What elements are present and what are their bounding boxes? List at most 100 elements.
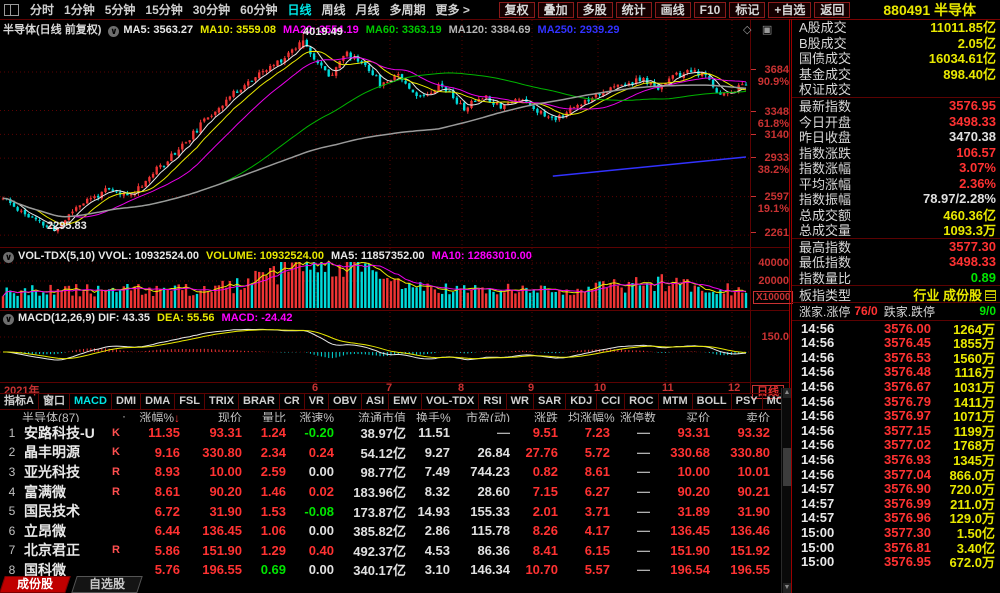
indicator-tab-ROC[interactable]: ROC (625, 394, 658, 409)
table-row[interactable]: 7北京君正R5.86151.901.290.40492.37亿4.5386.36… (0, 541, 780, 561)
indicator-tab-OBV[interactable]: OBV (329, 394, 362, 409)
indicator-tab-VR[interactable]: VR (305, 394, 329, 409)
indicator-tab-MTM[interactable]: MTM (659, 394, 693, 409)
indicator-tab-VOL-TDX[interactable]: VOL-TDX (422, 394, 479, 409)
cell-ltsz: 38.97亿 (344, 423, 416, 442)
cell-buy: 31.89 (660, 504, 720, 519)
cell-sell: 136.46 (720, 523, 780, 538)
bottom-tab-自选股[interactable]: 自选股 (71, 576, 143, 593)
indicator-tab-EMV[interactable]: EMV (389, 394, 422, 409)
cell-buy: 196.54 (660, 562, 720, 577)
indicator-tab-BRAR[interactable]: BRAR (239, 394, 280, 409)
column-header[interactable]: 换手% (416, 409, 460, 422)
stock-flag: K (112, 427, 136, 439)
cell-zd: 8.41 (520, 543, 568, 558)
column-header[interactable]: 均涨幅% (568, 409, 620, 422)
scroll-up-icon[interactable]: ▲ (783, 388, 791, 398)
tick-time: 14:56 (801, 394, 847, 409)
cell-ztn: — (620, 523, 660, 538)
table-row[interactable]: 5国民技术6.7231.901.53-0.08173.87亿14.93155.3… (0, 501, 780, 521)
stock-flag: K (112, 446, 136, 458)
indicator-tab-WR[interactable]: WR (507, 394, 534, 409)
volume-label-row: ∨VOL-TDX(5,10) VVOL: 10932524.00VOLUME: … (3, 250, 783, 263)
tick-price: 3576.53 (847, 350, 931, 365)
column-header[interactable]: 涨停数 (620, 409, 660, 422)
column-header[interactable]: 涨幅%↓ (136, 409, 190, 422)
column-header[interactable]: 量比 (252, 409, 296, 422)
indicator-tab-CCI[interactable]: CCI (597, 394, 625, 409)
tick-price: 3577.15 (847, 423, 931, 438)
macd-axis-label: 150.0 (761, 331, 789, 343)
column-header[interactable]: 买价 (660, 409, 720, 422)
panel-toggle-icon[interactable]: ▣ (762, 24, 772, 36)
indicator-tab-MACD[interactable]: MACD (70, 394, 112, 409)
stat-row: 权证成交 (792, 81, 1000, 97)
tick-time: 15:00 (801, 540, 847, 555)
tick-price: 3576.79 (847, 394, 931, 409)
column-header[interactable]: · (112, 409, 136, 422)
stat-value: 898.40亿 (943, 64, 996, 83)
indicator-tab-窗口[interactable]: 窗口 (39, 394, 70, 409)
cell-zs: -0.20 (296, 425, 344, 440)
tick-time: 15:00 (801, 525, 847, 540)
row-number: 5 (0, 504, 24, 518)
tick-price: 3576.96 (847, 510, 931, 525)
indicator-tab-CR[interactable]: CR (280, 394, 305, 409)
indicator-tab-KDJ[interactable]: KDJ (566, 394, 597, 409)
cell-lb: 2.34 (252, 445, 296, 460)
indicator-tab-BOLL[interactable]: BOLL (693, 394, 732, 409)
macd-collapse-icon[interactable]: ∨ (3, 314, 14, 325)
table-row[interactable]: 2晶丰明源K9.16330.802.340.2454.12亿9.2726.842… (0, 443, 780, 463)
indicator-tab-RSI[interactable]: RSI (479, 394, 506, 409)
indicator-tab-DMA[interactable]: DMA (141, 394, 175, 409)
board-grid-icon[interactable] (985, 290, 996, 301)
cell-pe: 86.36 (460, 543, 520, 558)
stock-name: 富满微 (24, 482, 112, 502)
cell-hs: 8.32 (416, 484, 460, 499)
axis-tick (751, 157, 756, 158)
column-header[interactable]: 涨跌 (520, 409, 568, 422)
column-header[interactable]: 半导体(87) (0, 409, 112, 422)
tick-row: 15:003576.95672.0万 (792, 554, 1000, 569)
indicator-tab-PSY[interactable]: PSY (732, 394, 763, 409)
table-row[interactable]: 4富满微R8.6190.201.460.02183.96亿8.3228.607.… (0, 482, 780, 502)
collapse-icon[interactable]: ∨ (108, 26, 119, 37)
cell-zd: 7.15 (520, 484, 568, 499)
sort-arrow-icon: ↓ (174, 411, 180, 422)
cell-ztn: — (620, 425, 660, 440)
indicator-tab-DMI[interactable]: DMI (112, 394, 141, 409)
column-header[interactable]: 涨速% (296, 409, 344, 422)
indicator-tab-指标A[interactable]: 指标A (0, 394, 39, 409)
cell-ltsz: 98.77亿 (344, 462, 416, 481)
column-header[interactable]: 现价 (190, 409, 252, 422)
table-row[interactable]: 1安路科技-UK11.3593.311.24-0.2038.97亿11.51—9… (0, 423, 780, 443)
bottom-tab-成份股[interactable]: 成份股 (0, 576, 71, 593)
indicator-value: MA250: 2939.29 (538, 24, 620, 36)
column-header[interactable]: 市盈(动) (460, 409, 520, 422)
indicator-value: MA5: 11857352.00 (331, 250, 425, 262)
axis-price: 3684 (758, 64, 789, 76)
diamond-icon[interactable]: ◇ (743, 24, 751, 36)
table-row[interactable]: 6立昂微6.44136.451.060.00385.82亿2.86115.788… (0, 521, 780, 541)
column-header[interactable]: 卖价 (720, 409, 780, 422)
vol-collapse-icon[interactable]: ∨ (3, 252, 14, 263)
indicator-tab-FSL[interactable]: FSL (175, 394, 205, 409)
axis-tick (751, 134, 756, 135)
scrollbar-thumb[interactable] (783, 448, 791, 486)
indicator-tab-SAR[interactable]: SAR (534, 394, 566, 409)
indicator-tab-ASI[interactable]: ASI (362, 394, 389, 409)
cell-zf: 5.86 (136, 543, 190, 558)
cell-price: 10.00 (190, 464, 252, 479)
axis-tick (751, 196, 756, 197)
column-header[interactable]: 流通市值 (344, 409, 416, 422)
chart-corner-icons: ◇ ▣ (737, 20, 772, 38)
table-row[interactable]: 3亚光科技R8.9310.002.590.0098.77亿7.49744.230… (0, 462, 780, 482)
toolbar-button-返回[interactable]: 返回 (814, 2, 850, 18)
cell-ltsz: 173.87亿 (344, 502, 416, 521)
indicator-tab-TRIX[interactable]: TRIX (205, 394, 239, 409)
cell-pe: 744.23 (460, 464, 520, 479)
cell-price: 196.55 (190, 562, 252, 577)
cell-hs: 2.86 (416, 523, 460, 538)
scroll-down-icon[interactable]: ▼ (783, 583, 791, 593)
price-axis-label: 3140 (765, 129, 789, 141)
